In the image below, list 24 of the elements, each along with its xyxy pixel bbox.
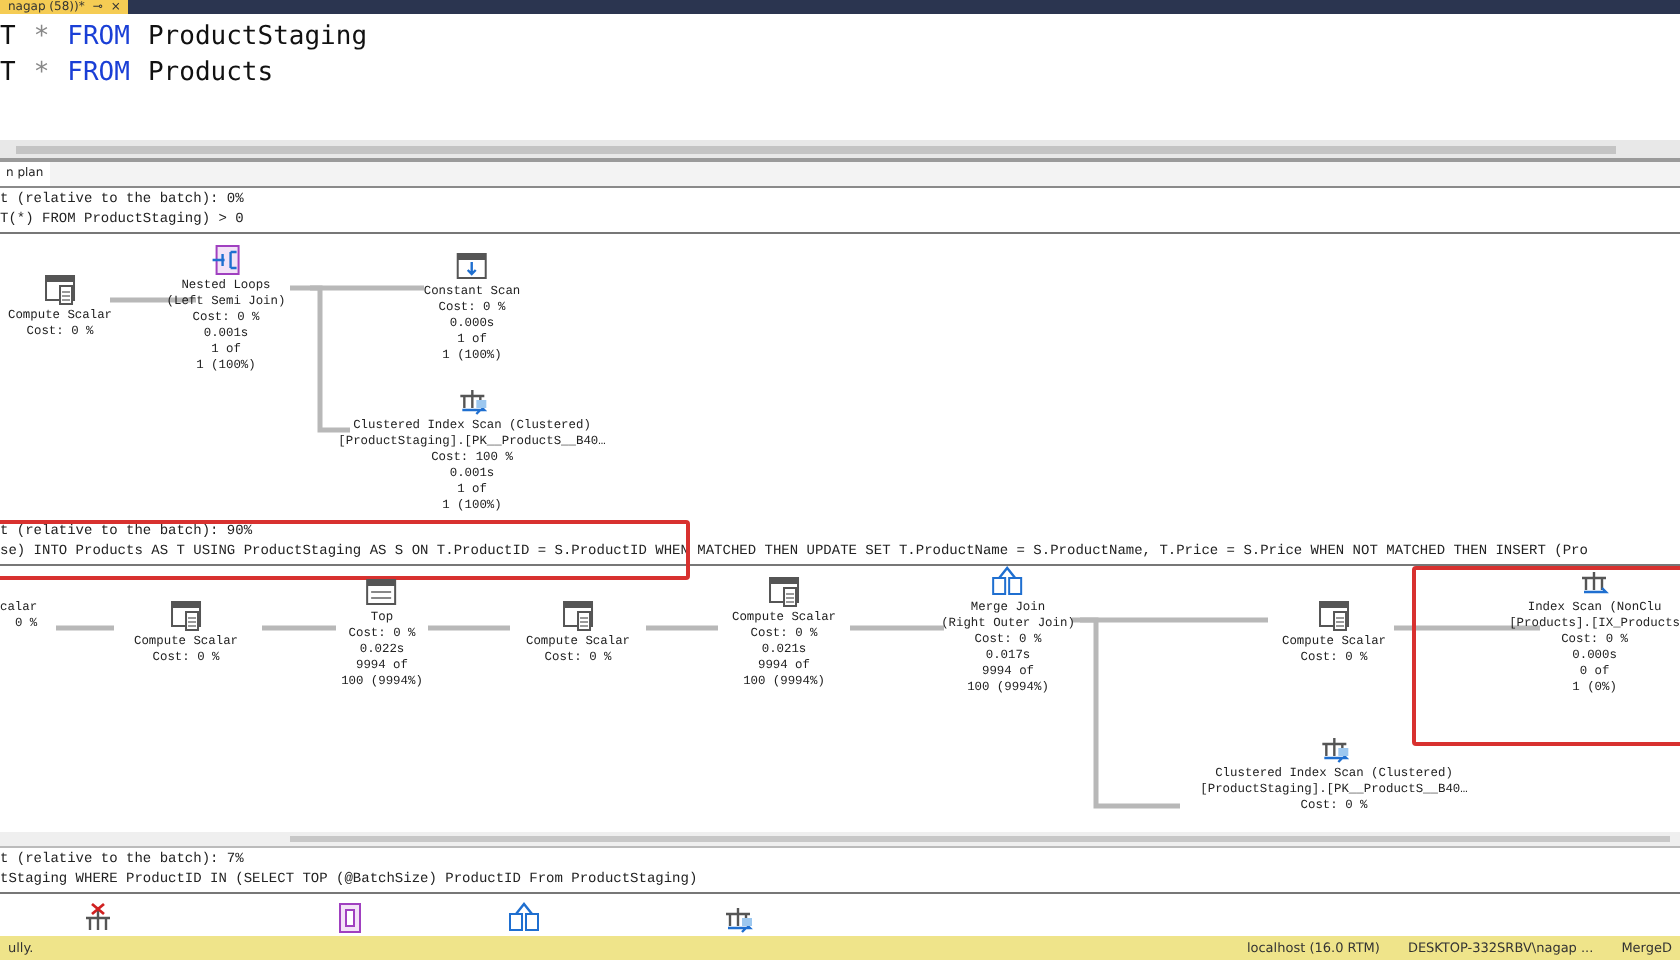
nested-loops-icon[interactable] xyxy=(210,244,242,276)
spool-icon[interactable] xyxy=(334,902,366,934)
table-icon[interactable] xyxy=(366,576,398,608)
scrollbar[interactable] xyxy=(0,832,1680,848)
table-calculator-icon[interactable] xyxy=(768,576,800,608)
index-scan-icon[interactable] xyxy=(456,384,488,416)
table-calculator-icon[interactable] xyxy=(562,600,594,632)
connector-line xyxy=(56,625,114,631)
table-calculator-icon[interactable] xyxy=(1318,600,1350,632)
merge-join-icon[interactable] xyxy=(508,902,540,934)
code-line: T * FROM ProductStaging xyxy=(0,20,370,56)
connector-line xyxy=(428,625,510,631)
index-scan-icon[interactable] xyxy=(1318,732,1350,764)
merge-join-icon[interactable] xyxy=(992,566,1024,598)
index-scan-icon[interactable] xyxy=(1578,566,1611,598)
connector-line xyxy=(850,625,944,631)
connector-line xyxy=(262,625,336,631)
index-delete-icon[interactable] xyxy=(82,902,114,934)
connector-line xyxy=(646,625,718,631)
table-calculator-icon[interactable] xyxy=(44,274,76,306)
code-line: T * FROM Products xyxy=(0,56,276,92)
scrollbar[interactable] xyxy=(0,140,1680,162)
table-calculator-icon[interactable] xyxy=(170,600,202,632)
index-scan-icon[interactable] xyxy=(722,902,754,934)
